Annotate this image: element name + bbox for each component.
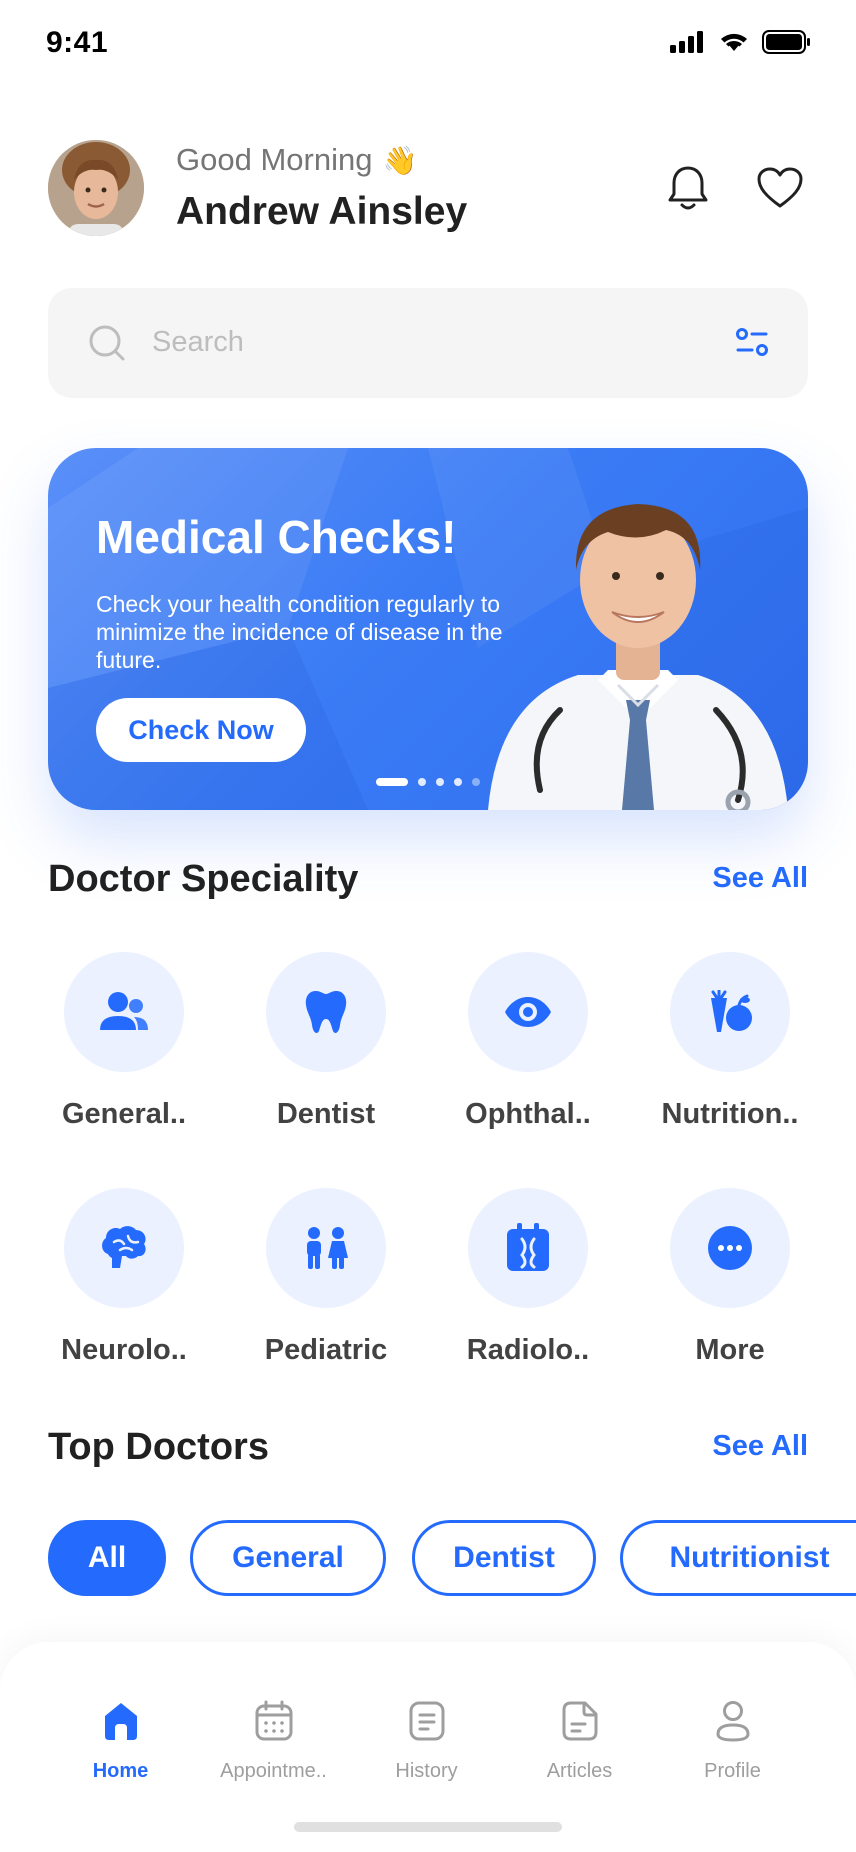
- specialty-icon-circle: [266, 1188, 386, 1308]
- specialty-item-general[interactable]: General..: [34, 952, 214, 1131]
- specialty-item-more[interactable]: More: [640, 1188, 820, 1367]
- greeting: Good Morning 👋: [176, 142, 417, 178]
- carousel-dot-active[interactable]: [376, 778, 408, 786]
- search-bar[interactable]: Search: [48, 288, 808, 398]
- nav-label: History: [395, 1760, 458, 1782]
- nav-label: Home: [92, 1760, 149, 1782]
- nav-item-home[interactable]: Home: [44, 1696, 197, 1783]
- filter-chip-dentist[interactable]: Dentist: [412, 1520, 596, 1596]
- carousel-dot[interactable]: [436, 778, 444, 786]
- nav-item-articles[interactable]: Articles: [503, 1696, 656, 1783]
- specialty-label: Ophthal..: [465, 1098, 591, 1130]
- heart-icon: [757, 167, 803, 208]
- filter-chip-all[interactable]: All: [48, 1520, 166, 1596]
- carousel-indicator[interactable]: [376, 778, 480, 786]
- nav-label: Appointme..: [220, 1760, 327, 1782]
- notification-button[interactable]: [662, 162, 714, 214]
- profile-icon: [715, 1701, 750, 1742]
- specialty-item-pediatric[interactable]: Pediatric: [236, 1188, 416, 1367]
- filter-chip-nutritionist[interactable]: Nutritionist: [620, 1520, 856, 1596]
- nav-item-profile[interactable]: Profile: [656, 1696, 809, 1783]
- search-icon: [89, 325, 125, 361]
- specialty-label: Nutrition..: [661, 1098, 799, 1130]
- status-bar: 9:41: [0, 0, 856, 90]
- specialty-icon-circle: [64, 1188, 184, 1308]
- nav-icon-wrapper: [656, 1696, 809, 1746]
- avatar[interactable]: [48, 140, 144, 236]
- nav-icon-wrapper: [350, 1696, 503, 1746]
- nav-icon-wrapper: [44, 1696, 197, 1746]
- nav-label: Articles: [546, 1760, 613, 1782]
- specialty-icon-circle: [468, 1188, 588, 1308]
- tooth-icon: [305, 991, 347, 1033]
- banner-title: Medical Checks!: [96, 511, 457, 563]
- users-icon: [100, 992, 148, 1030]
- filter-chip-general[interactable]: General: [190, 1520, 386, 1596]
- search-input[interactable]: Search: [152, 326, 244, 359]
- header: Good Morning 👋 Andrew Ainsley: [48, 140, 808, 236]
- nav-icon-wrapper: [197, 1696, 350, 1746]
- calendar-icon: [255, 1700, 292, 1741]
- greeting-text: Good Morning: [176, 142, 373, 177]
- bell-icon: [668, 166, 708, 210]
- article-icon: [562, 1701, 597, 1741]
- home-icon: [104, 1703, 137, 1740]
- home-indicator[interactable]: [294, 1822, 562, 1832]
- specialty-label: Neurolo..: [61, 1334, 187, 1366]
- specialty-item-neurology[interactable]: Neurolo..: [34, 1188, 214, 1367]
- brain-icon: [102, 1226, 146, 1268]
- nav-icon-wrapper: [503, 1696, 656, 1746]
- waving-hand-icon: 👋: [382, 143, 418, 177]
- specialty-label: More: [695, 1334, 765, 1366]
- specialty-icon-circle: [670, 1188, 790, 1308]
- specialty-label: Radiolo..: [466, 1334, 590, 1366]
- favorites-button[interactable]: [754, 162, 806, 214]
- specialty-icon-circle: [670, 952, 790, 1072]
- xray-icon: [507, 1223, 549, 1271]
- eye-icon: [505, 997, 551, 1027]
- specialty-see-all-link[interactable]: See All: [712, 862, 808, 895]
- specialty-item-nutritionist[interactable]: Nutrition..: [640, 952, 820, 1131]
- carousel-dot[interactable]: [472, 778, 480, 786]
- carousel-dot[interactable]: [454, 778, 462, 786]
- banner-description: Check your health condition regularly to…: [96, 591, 503, 673]
- cellular-signal-icon: [670, 31, 703, 53]
- wifi-icon: [721, 33, 747, 51]
- specialty-label: General..: [61, 1098, 187, 1130]
- children-icon: [307, 1227, 348, 1269]
- promo-banner[interactable]: Medical Checks! Check your health condit…: [48, 448, 808, 810]
- specialty-section-title: Doctor Speciality: [48, 858, 359, 900]
- bottom-navigation: Home Appointme.. History Articles Profil…: [0, 1642, 856, 1852]
- specialty-icon-circle: [64, 952, 184, 1072]
- battery-icon: [762, 30, 810, 54]
- nav-item-history[interactable]: History: [350, 1696, 503, 1783]
- specialty-label: Pediatric: [264, 1334, 388, 1366]
- specialty-icon-circle: [266, 952, 386, 1072]
- avatar-image: [48, 140, 144, 236]
- document-icon: [409, 1701, 444, 1741]
- more-icon: [708, 1226, 752, 1270]
- specialty-item-ophthalmology[interactable]: Ophthal..: [438, 952, 618, 1131]
- top-doctors-see-all-link[interactable]: See All: [712, 1430, 808, 1463]
- fruit-vegetable-icon: [711, 990, 752, 1032]
- status-icons: [670, 30, 810, 54]
- specialty-item-radiology[interactable]: Radiolo..: [438, 1188, 618, 1367]
- nav-item-appointment[interactable]: Appointme..: [197, 1696, 350, 1783]
- specialty-item-dentist[interactable]: Dentist: [236, 952, 416, 1131]
- user-name: Andrew Ainsley: [176, 190, 468, 233]
- nav-label: Profile: [704, 1760, 761, 1782]
- carousel-dot[interactable]: [418, 778, 426, 786]
- specialty-icon-circle: [468, 952, 588, 1072]
- filter-icon[interactable]: [734, 324, 770, 360]
- specialty-label: Dentist: [276, 1098, 376, 1130]
- check-now-button[interactable]: Check Now: [96, 698, 306, 762]
- status-time: 9:41: [46, 26, 109, 59]
- top-doctors-section-title: Top Doctors: [48, 1426, 269, 1468]
